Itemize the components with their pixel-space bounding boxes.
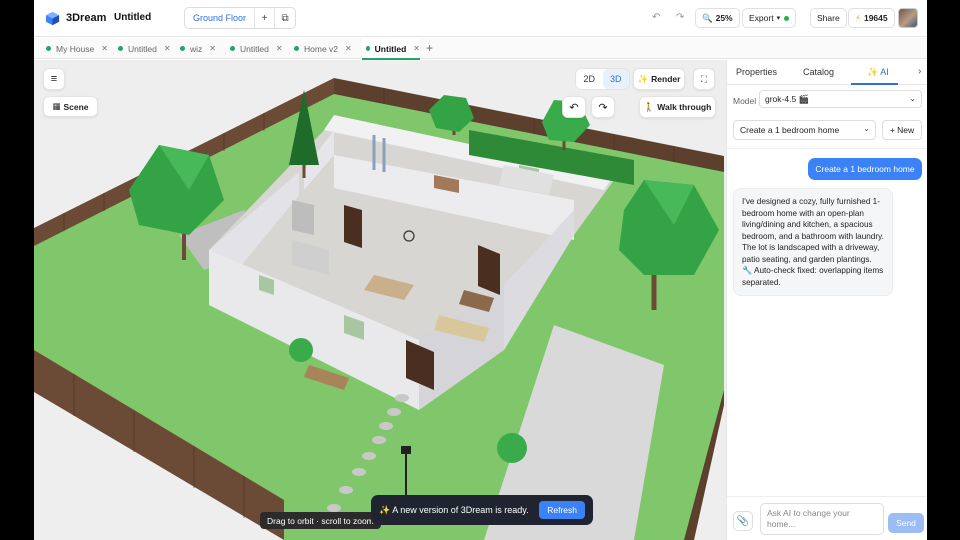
zoom-button[interactable]: 🔍 25% (695, 8, 740, 28)
tab-untitled-1[interactable]: Untitled ✕ (118, 38, 178, 59)
tab-home-v2[interactable]: Home v2 ✕ (294, 38, 360, 59)
model-select[interactable]: grok-4.5 🎬 ⌄ (759, 90, 922, 108)
view-2d-button[interactable]: 2D (576, 69, 603, 89)
document-tabs: My House ✕ Untitled ✕ wiz ✕ Untitled ✕ H… (34, 38, 927, 60)
grid-icon: ▦ (52, 101, 61, 111)
chat-composer: 📎 Ask AI to change your home... Send (727, 496, 927, 540)
chevron-down-icon: ▾ (776, 15, 781, 22)
floor-selector: Ground Floor + ⧉ (184, 7, 297, 29)
app-logo-icon (45, 11, 60, 26)
orbit-hint: Drag to orbit · scroll to zoom (260, 512, 381, 529)
ai-message: I've designed a cozy, fully furnished 1-… (733, 188, 893, 296)
panel-tabs: Properties Catalog ✨ AI › (727, 60, 927, 85)
conversation-select[interactable]: Create a 1 bedroom home ⌄ (733, 120, 876, 140)
tab-catalog[interactable]: Catalog (803, 67, 834, 77)
share-button[interactable]: Share (810, 8, 847, 28)
redo-button[interactable]: ↷ (591, 96, 615, 118)
ai-autocheck-note: 🔧 Auto-check fixed: overlapping items se… (742, 266, 884, 287)
chat-input[interactable]: Ask AI to change your home... (760, 503, 884, 535)
close-icon[interactable]: ✕ (345, 44, 352, 53)
tab-properties[interactable]: Properties (736, 67, 777, 77)
tab-ai[interactable]: ✨ AI (867, 67, 889, 78)
credits-badge[interactable]: ⚡ 19645 (848, 8, 895, 28)
close-icon[interactable]: ✕ (209, 44, 216, 53)
close-icon[interactable]: ✕ (101, 44, 108, 53)
tab-label: Untitled (128, 43, 157, 54)
3d-viewport[interactable]: ≡ ▦ Scene 2D 3D ✨ Render ⛶ ↶ ↷ 🚶 Walk th… (34, 60, 726, 540)
walk-label: Walk through (657, 102, 712, 112)
tab-my-house[interactable]: My House ✕ (46, 38, 114, 59)
tab-label: wiz (190, 43, 203, 54)
tab-wiz[interactable]: wiz ✕ (180, 38, 224, 59)
3d-scene[interactable] (34, 60, 726, 540)
tab-untitled-active[interactable]: Untitled ✕ (362, 38, 420, 60)
user-message: Create a 1 bedroom home (808, 158, 922, 180)
tab-dot (118, 46, 123, 51)
active-tab-indicator (851, 83, 898, 85)
update-toast: ✨ A new version of 3Dream is ready. Refr… (371, 495, 593, 525)
render-label: Render (651, 74, 681, 84)
chevron-down-icon: ⌄ (909, 94, 916, 103)
undo-button[interactable]: ↶ (562, 96, 586, 118)
sparkle-icon: ✨ (637, 73, 649, 84)
floor-button[interactable]: Ground Floor (185, 8, 256, 28)
top-bar: 3Dream Untitled Ground Floor + ⧉ ↶ ↷ 🔍 2… (34, 0, 927, 37)
status-dot (784, 15, 790, 21)
render-button[interactable]: ✨ Render (633, 68, 685, 90)
tab-dot (180, 46, 185, 51)
scene-button[interactable]: ▦ Scene (43, 96, 98, 117)
tab-dot (294, 46, 299, 51)
refresh-button[interactable]: Refresh (539, 501, 585, 519)
fridge (292, 200, 314, 235)
tab-label: My House (56, 43, 95, 54)
conversation-value: Create a 1 bedroom home (740, 125, 840, 135)
ai-message-text: I've designed a cozy, fully furnished 1-… (742, 197, 884, 264)
send-button[interactable]: Send (888, 513, 924, 533)
duplicate-floor-icon[interactable]: ⧉ (275, 8, 295, 28)
user-avatar[interactable] (898, 8, 918, 28)
close-icon[interactable]: ✕ (276, 44, 283, 53)
fullscreen-icon[interactable]: ⛶ (693, 68, 715, 90)
export-label: Export (749, 13, 774, 23)
view-toggle: 2D 3D (575, 68, 630, 90)
bedroom-door (344, 205, 362, 248)
tab-dot (230, 46, 235, 51)
chevron-right-icon[interactable]: › (918, 66, 921, 77)
close-icon[interactable]: ✕ (413, 44, 420, 53)
add-floor-button[interactable]: + (255, 8, 276, 28)
redo-icon[interactable]: ↷ (676, 12, 684, 23)
close-icon[interactable]: ✕ (164, 44, 171, 53)
lightning-icon: ⚡ (855, 12, 861, 23)
view-3d-button[interactable]: 3D (602, 69, 629, 89)
tab-label: Home v2 (304, 43, 339, 54)
divider (727, 148, 927, 149)
add-tab-button[interactable]: + (426, 41, 433, 55)
model-value: grok-4.5 🎬 (765, 93, 810, 104)
walk-through-button[interactable]: 🚶 Walk through (639, 96, 716, 118)
app-brand: 3Dream (66, 12, 107, 24)
tab-dot (366, 46, 370, 51)
scene-label: Scene (63, 101, 89, 112)
zoom-icon: 🔍 (702, 12, 713, 23)
tab-dot (46, 46, 51, 51)
tab-label: Untitled (240, 43, 269, 54)
document-title[interactable]: Untitled (114, 12, 151, 23)
tab-label: Untitled (374, 43, 407, 54)
menu-button[interactable]: ≡ (43, 68, 65, 90)
tab-untitled-2[interactable]: Untitled ✕ (230, 38, 290, 59)
undo-icon[interactable]: ↶ (652, 12, 660, 23)
app-window: 3Dream Untitled Ground Floor + ⧉ ↶ ↷ 🔍 2… (34, 0, 927, 540)
credits-value: 19645 (863, 13, 888, 23)
walk-icon: 🚶 (643, 101, 655, 112)
model-label: Model (733, 96, 757, 106)
toast-text: ✨ A new version of 3Dream is ready. (379, 504, 529, 515)
export-button[interactable]: Export ▾ (742, 8, 797, 28)
chevron-down-icon: ⌄ (863, 124, 870, 133)
new-conversation-button[interactable]: + New (882, 120, 922, 140)
attach-icon[interactable]: 📎 (733, 511, 753, 531)
side-panel: Properties Catalog ✨ AI › Model grok-4.5… (726, 60, 927, 540)
zoom-value: 25% (715, 13, 733, 23)
